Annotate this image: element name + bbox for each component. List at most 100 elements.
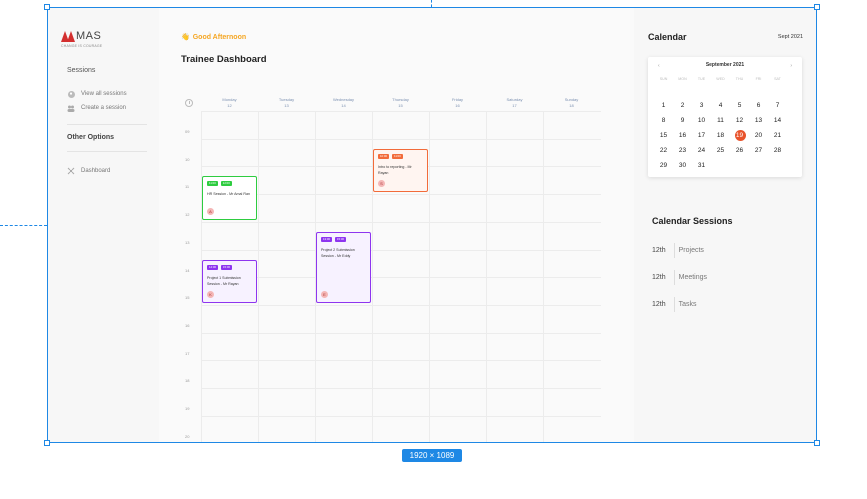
calendar-day[interactable]: 2	[673, 101, 692, 111]
time-chip-end: 15:00	[221, 264, 232, 270]
session-divider	[673, 243, 675, 258]
session-date: 12th	[652, 247, 666, 254]
calendar-day[interactable]: 28	[768, 146, 787, 156]
calendar-day[interactable]: 26	[730, 146, 749, 156]
time-chip-start: 10:00	[378, 153, 389, 159]
session-name: Projects	[678, 247, 704, 254]
session-list-item[interactable]: 12th Tasks	[652, 297, 697, 312]
grid-row-line	[201, 138, 601, 140]
event-title: HR Session - Mr Amal Ran	[207, 192, 250, 197]
session-divider	[673, 270, 675, 285]
hour-label: 13	[185, 239, 190, 245]
page-title: Trainee Dashboard	[181, 54, 267, 65]
dashboard-icon	[67, 167, 75, 175]
calendar-day-today[interactable]: 19	[730, 130, 749, 141]
weekday-label: SUN	[659, 77, 668, 81]
hour-label: 10	[185, 156, 190, 162]
session-divider	[673, 297, 675, 312]
weekday-label: MON	[678, 77, 687, 81]
calendar-day[interactable]: 14	[768, 116, 787, 126]
calendar-day[interactable]: 17	[692, 131, 711, 141]
calendar-day[interactable]: 5	[730, 101, 749, 111]
sidebar-item-create-session[interactable]: Create a session	[67, 104, 126, 112]
wave-icon: 👋	[181, 34, 190, 41]
calendar-day[interactable]: 8	[654, 116, 673, 126]
resize-handle[interactable]	[44, 440, 50, 446]
calendar-day[interactable]: 21	[768, 131, 787, 141]
guide-line-horizontal	[0, 225, 47, 226]
calendar-day[interactable]: 12	[730, 116, 749, 126]
next-month-button[interactable]: ›	[790, 63, 792, 69]
calendar-day[interactable]: 23	[673, 146, 692, 156]
session-date: 12th	[652, 274, 666, 281]
sidebar-divider	[67, 124, 147, 125]
calendar-day[interactable]: 27	[749, 146, 768, 156]
weekday-label: SAT	[774, 77, 781, 81]
day-date: 14	[341, 103, 346, 108]
session-list-item[interactable]: 12th Projects	[652, 243, 704, 258]
calendar-day[interactable]: 16	[673, 131, 692, 141]
clock-icon	[185, 99, 193, 107]
calendar-day[interactable]: 30	[673, 161, 692, 171]
calendar-day[interactable]: 15	[654, 131, 673, 141]
logo-tagline: CHANGE IS COURAGE	[61, 44, 103, 48]
hour-label: 11	[185, 184, 190, 190]
day-header[interactable]: Sunday 18	[543, 97, 600, 109]
sidebar-item-dashboard[interactable]: Dashboard	[67, 167, 110, 175]
grid-row-line	[201, 360, 601, 362]
day-header[interactable]: Wednesday 14	[315, 97, 372, 109]
grid-row-line	[201, 111, 601, 112]
time-chip-end: 15:00	[335, 236, 346, 242]
calendar-day[interactable]: 29	[654, 161, 673, 171]
calendar-day[interactable]: 9	[673, 116, 692, 126]
other-options-heading: Other Options	[67, 134, 115, 141]
day-header[interactable]: Friday 16	[429, 97, 486, 109]
sidebar-item-label: View all sessions	[81, 91, 127, 97]
calendar-day[interactable]: 10	[692, 116, 711, 126]
calendar-day[interactable]: 20	[749, 131, 768, 141]
grid-row-line	[201, 221, 601, 223]
sidebar-divider	[67, 151, 147, 152]
weekday-label: TUE	[697, 77, 706, 81]
session-name: Tasks	[678, 301, 697, 308]
calendar-day[interactable]: 4	[711, 101, 730, 111]
session-list-item[interactable]: 12th Meetings	[652, 270, 707, 285]
event-title: Project 2 Submission Session - Mr Eddy	[321, 247, 355, 258]
calendar-day[interactable]: 7	[768, 101, 787, 111]
resize-handle[interactable]	[814, 440, 820, 446]
users-icon	[67, 104, 75, 112]
calendar-day[interactable]: 18	[711, 131, 730, 141]
calendar-day[interactable]: 11	[711, 116, 730, 126]
weekday-label: FRI	[755, 77, 762, 81]
grid-row-line	[201, 277, 601, 279]
calendar-day[interactable]: 22	[654, 146, 673, 156]
resize-handle[interactable]	[814, 4, 820, 10]
calendar-day[interactable]: 1	[654, 101, 673, 111]
calendar-day[interactable]: 6	[749, 101, 768, 111]
day-header[interactable]: Saturday 17	[486, 97, 543, 109]
calendar-day[interactable]: 3	[692, 101, 711, 111]
grid-row-line	[201, 249, 601, 251]
sidebar-item-label: Create a session	[81, 105, 127, 111]
session-event[interactable]: 13:00 15:00 Project 2 Submission Session -…	[316, 231, 371, 304]
calendar-day[interactable]: 24	[692, 146, 711, 156]
resize-handle[interactable]	[44, 4, 50, 10]
day-date: 17	[512, 103, 517, 108]
session-date: 12th	[652, 301, 666, 308]
day-header[interactable]: Tuesday 13	[258, 97, 315, 109]
grid-row-line	[201, 304, 601, 306]
day-date: 15	[398, 103, 403, 108]
session-event[interactable]: 10:00 11:00 Intro to reporting - Mr Rayan S	[373, 148, 428, 193]
day-date: 13	[284, 103, 289, 108]
dimension-badge: 1920 × 1089	[402, 449, 462, 462]
dashboard-frame[interactable]: MAS CHANGE IS COURAGE Sessions ● View al…	[47, 7, 817, 443]
sidebar-item-view-all-sessions[interactable]: ● View all sessions	[67, 90, 127, 98]
session-event[interactable]: 11:00 12:00 HR Session - Mr Amal Ran A	[202, 176, 257, 221]
calendar-day[interactable]: 25	[711, 146, 730, 156]
session-event[interactable]: 14:00 15:00 Project 1 Submission Session -…	[202, 259, 257, 304]
day-header[interactable]: Thursday 15	[372, 97, 429, 109]
calendar-day[interactable]: 31	[692, 161, 711, 171]
day-header[interactable]: Monday 12	[201, 97, 258, 109]
avatar: S	[378, 180, 385, 188]
calendar-day[interactable]: 13	[749, 116, 768, 126]
